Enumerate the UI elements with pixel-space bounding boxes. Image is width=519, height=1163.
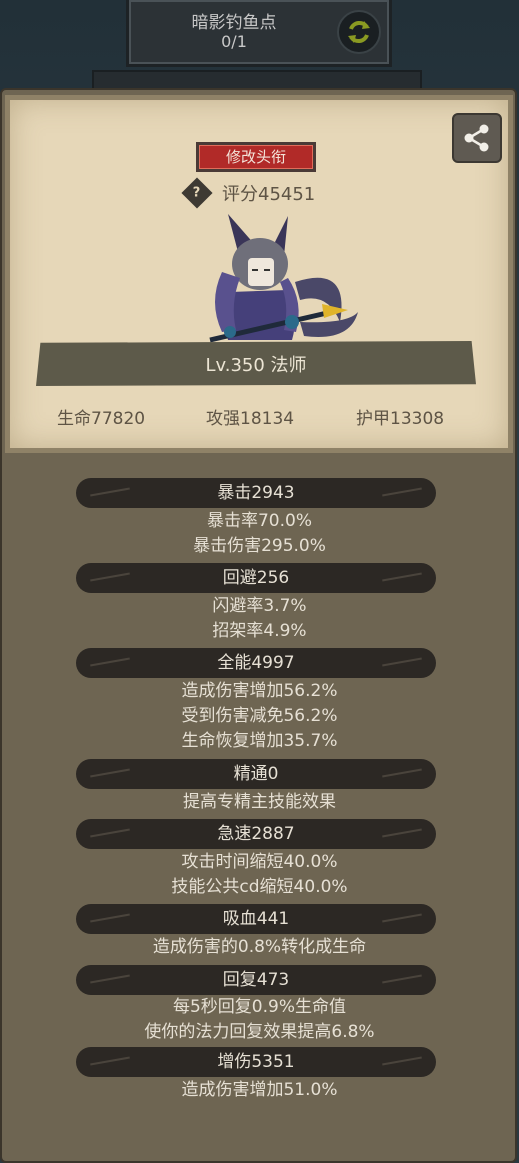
armor-stat: 护甲13308 xyxy=(356,409,445,429)
character-stats-screen: 暗影钓鱼点 0/1 修改头衔 ? 评分45451 Lv.350 法师 生命778… xyxy=(0,0,519,1163)
attr-line: 招架率4.9% xyxy=(212,621,307,641)
attr-line: 每5秒回复0.9%生命值 xyxy=(172,997,346,1017)
refresh-icon[interactable] xyxy=(337,10,381,54)
attr-line: 受到伤害减免56.2% xyxy=(181,706,338,726)
attr-header-crit: 暴击2943 xyxy=(76,478,436,508)
attr-header-mastery: 精通0 xyxy=(76,759,436,789)
level-class-banner: Lv.350 法师 xyxy=(36,341,476,386)
attr-line: 技能公共cd缩短40.0% xyxy=(171,877,348,897)
change-title-button[interactable]: 修改头衔 xyxy=(196,142,316,172)
attr-header-regen: 回复473 xyxy=(76,965,436,995)
attack-stat: 攻强18134 xyxy=(206,409,295,429)
attr-line: 造成伤害的0.8%转化成生命 xyxy=(152,937,367,957)
quest-progress: 0/1 xyxy=(221,32,247,51)
attr-line: 生命恢复增加35.7% xyxy=(181,731,338,751)
base-stats-row: 生命77820 攻强18134 护甲13308 xyxy=(0,404,519,430)
attr-header-damage-boost: 增伤5351 xyxy=(76,1047,436,1077)
attr-line: 暴击伤害295.0% xyxy=(193,536,326,556)
attr-header-avoid: 回避256 xyxy=(76,563,436,593)
help-icon[interactable]: ? xyxy=(181,177,213,209)
quest-title: 暗影钓鱼点 xyxy=(191,13,277,33)
share-button[interactable] xyxy=(452,113,502,163)
attr-line: 使你的法力回复效果提高6.8% xyxy=(144,1022,375,1042)
attr-line: 闪避率3.7% xyxy=(212,596,307,616)
score-value: 评分45451 xyxy=(222,184,316,205)
attr-header-haste: 急速2887 xyxy=(76,819,436,849)
score-row: ? 评分45451 xyxy=(181,177,316,209)
quest-banner[interactable]: 暗影钓鱼点 0/1 xyxy=(126,0,392,67)
share-icon xyxy=(464,124,489,152)
attr-line: 攻击时间缩短40.0% xyxy=(181,852,338,872)
attr-line: 造成伤害增加56.2% xyxy=(181,681,338,701)
attr-header-lifesteal: 吸血441 xyxy=(76,904,436,934)
attr-line: 暴击率70.0% xyxy=(206,511,312,531)
attr-line: 造成伤害增加51.0% xyxy=(181,1080,338,1100)
attr-header-versatility: 全能4997 xyxy=(76,648,436,678)
character-avatar xyxy=(209,214,358,343)
attr-line: 提高专精主技能效果 xyxy=(183,792,336,812)
hp-stat: 生命77820 xyxy=(57,409,146,429)
